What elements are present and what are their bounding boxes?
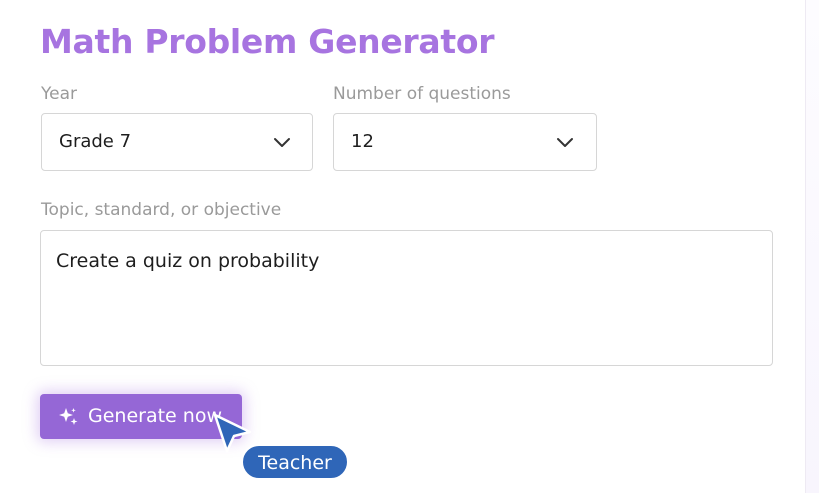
- generate-now-label: Generate now: [88, 405, 222, 427]
- topic-label: Topic, standard, or objective: [41, 200, 282, 220]
- teacher-badge-label: Teacher: [258, 452, 332, 474]
- year-select-value: Grade 7: [59, 131, 132, 152]
- chevron-down-icon: [557, 138, 573, 147]
- year-select[interactable]: Grade 7: [41, 113, 313, 171]
- year-label: Year: [41, 84, 77, 104]
- topic-textarea-value: Create a quiz on probability: [56, 250, 320, 272]
- topic-textarea[interactable]: Create a quiz on probability: [40, 230, 773, 366]
- sparkle-icon: [59, 408, 78, 425]
- generator-panel: Math Problem Generator Year Grade 7 Numb…: [0, 0, 806, 493]
- questions-select[interactable]: 12: [333, 113, 597, 171]
- chevron-down-icon: [274, 138, 290, 147]
- page-title: Math Problem Generator: [40, 22, 495, 61]
- questions-select-value: 12: [351, 131, 374, 152]
- questions-label: Number of questions: [333, 84, 511, 104]
- teacher-cursor-badge: Teacher: [241, 444, 349, 480]
